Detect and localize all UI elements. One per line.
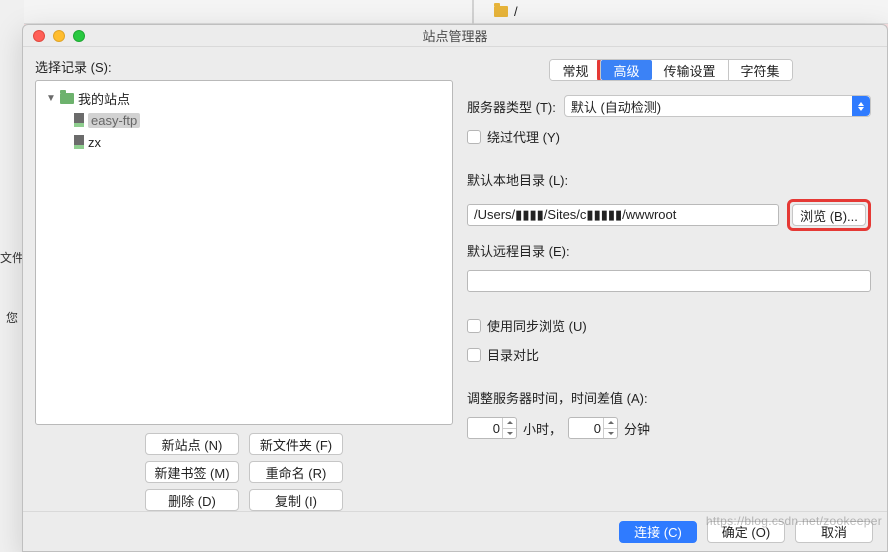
dialog-footer: 连接 (C) 确定 (O) 取消 <box>23 511 887 551</box>
tree-item-easy-ftp[interactable]: easy-ftp <box>40 109 448 131</box>
local-dir-label: 默认本地目录 (L): <box>467 170 871 189</box>
zoom-icon[interactable] <box>73 30 85 42</box>
tree-item-zx[interactable]: zx <box>40 131 448 153</box>
hours-unit: 小时， <box>523 419 562 438</box>
hours-value: 0 <box>468 421 502 436</box>
hours-stepper[interactable]: 0 <box>467 417 517 439</box>
background-label-you: 您 <box>0 306 24 328</box>
stepper-down-icon[interactable] <box>502 429 516 439</box>
bypass-proxy-checkbox[interactable] <box>467 130 481 144</box>
advanced-form: 服务器类型 (T): 默认 (自动检测) 绕过代理 (Y) 默认本地目录 (L)… <box>467 95 875 439</box>
browse-button[interactable]: 浏览 (B)... <box>792 204 866 226</box>
cancel-button[interactable]: 取消 <box>795 521 873 543</box>
site-icon <box>74 135 84 149</box>
rename-button[interactable]: 重命名 (R) <box>249 461 343 483</box>
background-path-text: / <box>514 4 518 19</box>
tab-bar: 常规 高级 传输设置 字符集 <box>467 59 875 81</box>
background-toolbar <box>0 0 888 24</box>
local-dir-value: /Users/▮▮▮▮/Sites/c▮▮▮▮▮/wwwroot <box>474 207 676 223</box>
close-icon[interactable] <box>33 30 45 42</box>
left-pane: 选择记录 (S): ▼ 我的站点 easy-ftp zx 新站点 <box>35 57 453 511</box>
folder-icon <box>60 93 74 104</box>
background-divider <box>472 0 474 24</box>
tree-item-label: easy-ftp <box>88 113 140 128</box>
folder-icon <box>494 6 508 17</box>
select-entry-label: 选择记录 (S): <box>35 57 453 76</box>
server-type-select[interactable]: 默认 (自动检测) <box>564 95 871 117</box>
delete-button[interactable]: 删除 (D) <box>145 489 239 511</box>
tree-root[interactable]: ▼ 我的站点 <box>40 87 448 109</box>
minutes-stepper[interactable]: 0 <box>568 417 618 439</box>
window-title: 站点管理器 <box>23 26 887 45</box>
new-folder-button[interactable]: 新文件夹 (F) <box>249 433 343 455</box>
remote-dir-input[interactable] <box>467 270 871 292</box>
stepper-up-icon[interactable] <box>502 418 516 429</box>
sync-browse-checkbox[interactable] <box>467 319 481 333</box>
background-sidebar <box>0 0 24 552</box>
site-manager-window: 站点管理器 选择记录 (S): ▼ 我的站点 easy-ftp zx <box>22 24 888 552</box>
select-arrows-icon <box>852 96 870 116</box>
time-offset-label: 调整服务器时间，时间差值 (A): <box>467 388 871 407</box>
tree-item-label: zx <box>88 135 101 150</box>
stepper-up-icon[interactable] <box>603 418 617 429</box>
minutes-value: 0 <box>569 421 603 436</box>
highlight-advanced-tab: 高级 <box>597 59 655 81</box>
local-dir-input[interactable]: /Users/▮▮▮▮/Sites/c▮▮▮▮▮/wwwroot <box>467 204 779 226</box>
minimize-icon[interactable] <box>53 30 65 42</box>
bypass-proxy-label: 绕过代理 (Y) <box>487 127 560 146</box>
tab-transfer[interactable]: 传输设置 <box>652 60 729 80</box>
dir-compare-label: 目录对比 <box>487 345 539 364</box>
right-pane: 常规 高级 传输设置 字符集 服务器类型 (T): 默认 (自动检测) <box>467 57 875 511</box>
dir-compare-checkbox[interactable] <box>467 348 481 362</box>
highlight-browse-button: 浏览 (B)... <box>787 199 871 231</box>
tree-root-label: 我的站点 <box>78 89 130 108</box>
background-label-file: 文件 <box>0 246 24 268</box>
server-type-value: 默认 (自动检测) <box>571 97 661 116</box>
tab-charset[interactable]: 字符集 <box>729 60 792 80</box>
disclosure-triangle-icon[interactable]: ▼ <box>46 93 56 104</box>
titlebar: 站点管理器 <box>23 25 887 47</box>
tab-general[interactable]: 常规 <box>550 60 601 80</box>
sync-browse-label: 使用同步浏览 (U) <box>487 316 587 335</box>
site-actions: 新站点 (N) 新文件夹 (F) 新建书签 (M) 重命名 (R) 删除 (D)… <box>35 433 453 511</box>
remote-dir-label: 默认远程目录 (E): <box>467 241 871 260</box>
background-path: / <box>494 4 518 19</box>
window-controls <box>23 30 85 42</box>
ok-button[interactable]: 确定 (O) <box>707 521 785 543</box>
server-type-label: 服务器类型 (T): <box>467 97 556 116</box>
new-bookmark-button[interactable]: 新建书签 (M) <box>145 461 239 483</box>
site-tree[interactable]: ▼ 我的站点 easy-ftp zx <box>35 80 453 425</box>
minutes-unit: 分钟 <box>624 419 650 438</box>
stepper-down-icon[interactable] <box>603 429 617 439</box>
site-icon <box>74 113 84 127</box>
new-site-button[interactable]: 新站点 (N) <box>145 433 239 455</box>
connect-button[interactable]: 连接 (C) <box>619 521 697 543</box>
tab-advanced[interactable]: 高级 <box>601 60 651 80</box>
copy-button[interactable]: 复制 (I) <box>249 489 343 511</box>
